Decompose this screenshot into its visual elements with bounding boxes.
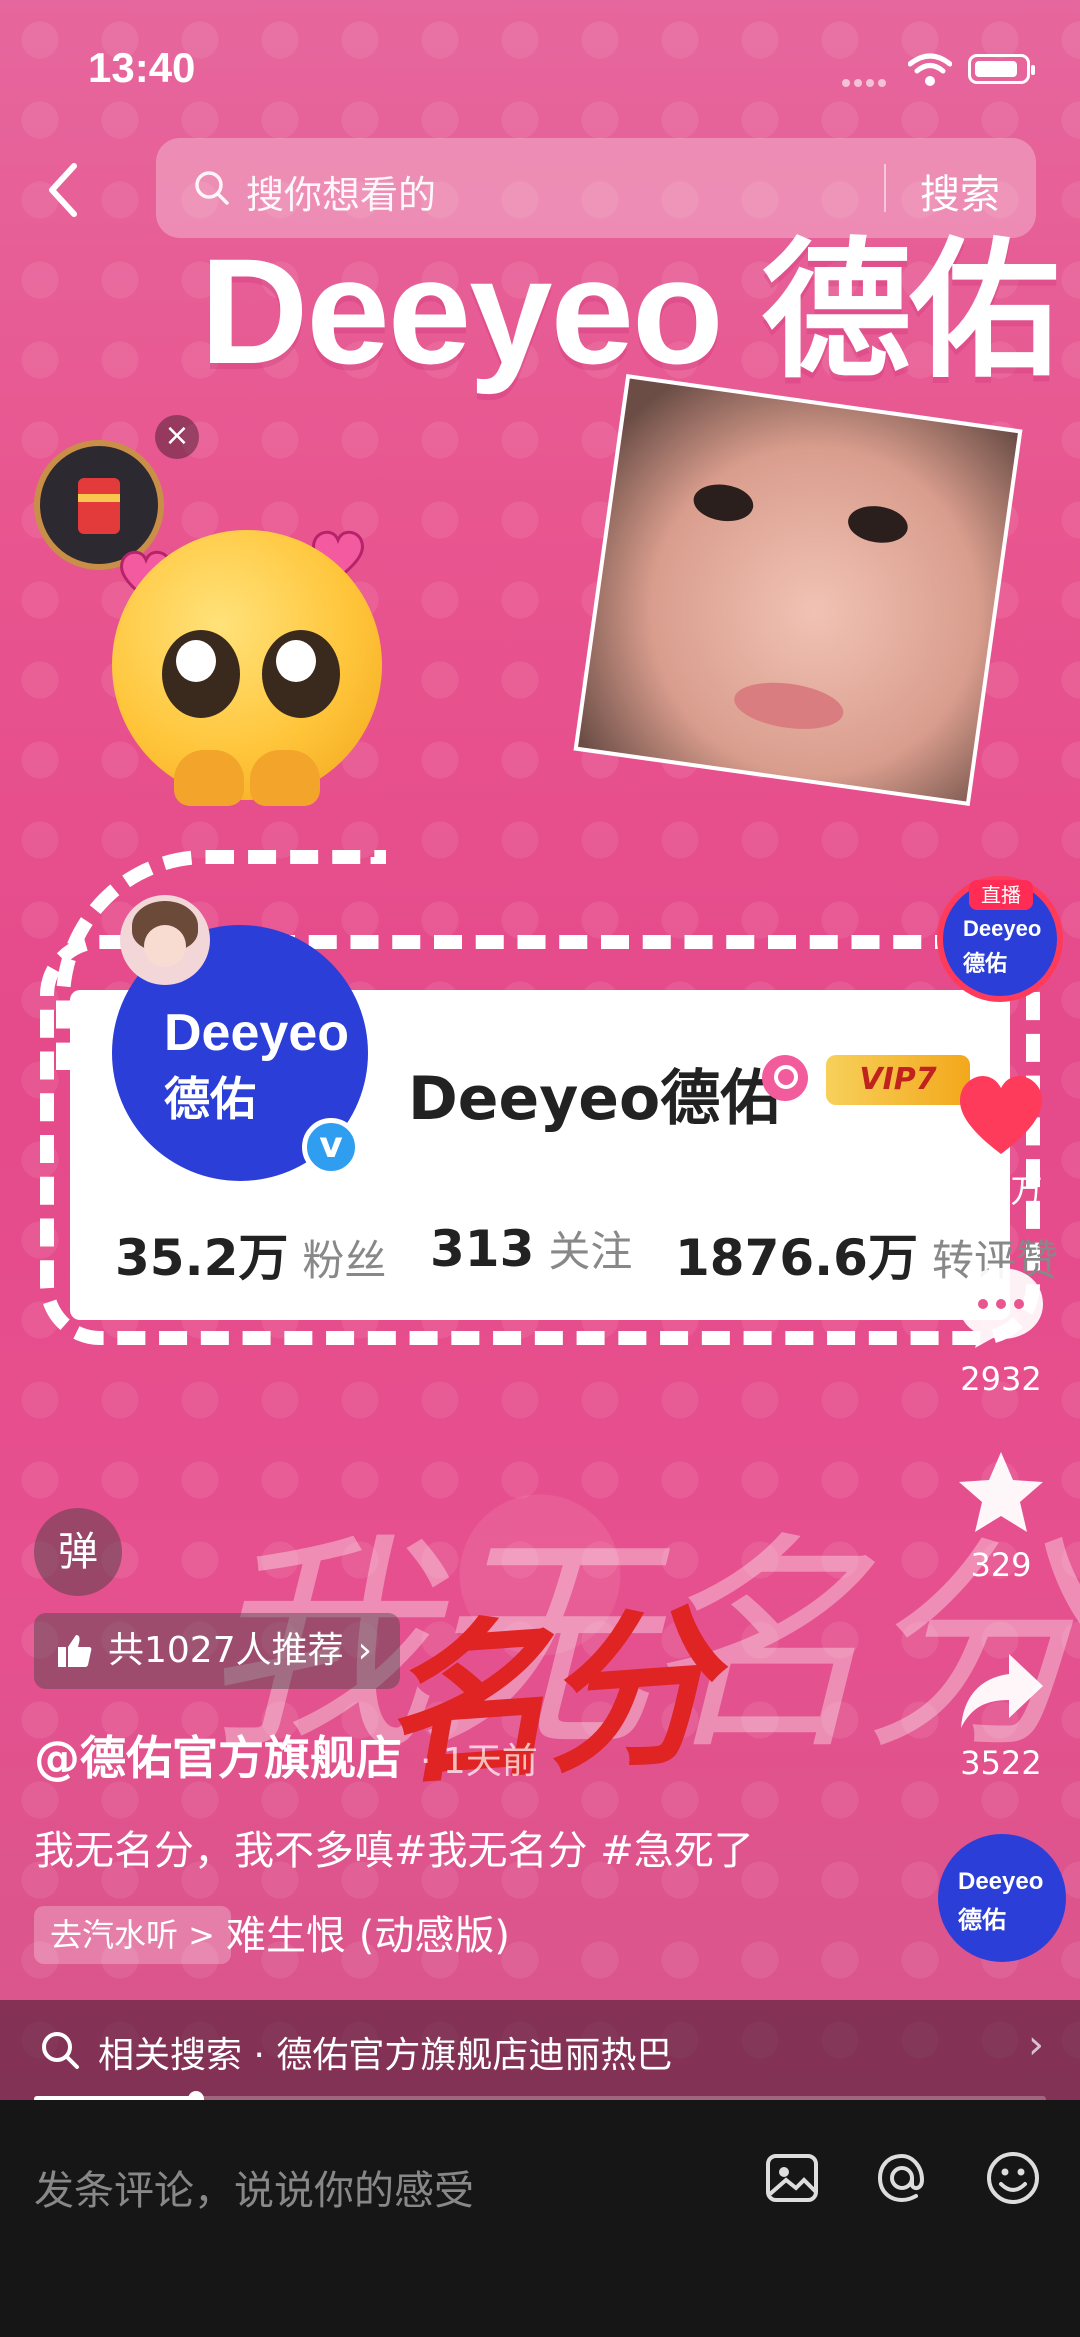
avatar-text-cn: 德佑 bbox=[164, 1072, 256, 1126]
author-name[interactable]: @德佑官方旗舰店 bbox=[34, 1722, 402, 1788]
stat-fans: 35.2万 粉丝 bbox=[115, 1229, 387, 1287]
profile-name: Deeyeo德佑 bbox=[408, 1064, 781, 1134]
recommend-pill[interactable]: 共1027人推荐 › bbox=[34, 1613, 401, 1689]
live-avatar-text-en: Deeyeo bbox=[963, 916, 1042, 941]
post-description[interactable]: 我无名分，我不多嗔#我无名分 #急死了 bbox=[34, 1818, 754, 1876]
pleading-face-emoji bbox=[112, 530, 382, 806]
comment-bar: 发条评论，说说你的感受 bbox=[0, 2100, 1080, 2337]
share-arrow-icon bbox=[961, 1654, 1043, 1728]
live-avatar-text-cn: 德佑 bbox=[963, 952, 1008, 977]
chevron-right-icon: › bbox=[357, 1630, 373, 1671]
thumbs-up-icon bbox=[58, 1635, 92, 1667]
comment-count: 2932 bbox=[960, 1360, 1042, 1398]
red-packet-close-icon[interactable]: × bbox=[155, 415, 199, 459]
back-icon[interactable] bbox=[40, 160, 90, 220]
battery-icon bbox=[968, 54, 1035, 84]
share-count: 3522 bbox=[960, 1744, 1042, 1782]
image-icon[interactable] bbox=[762, 2148, 822, 2208]
like-button[interactable]: 2.0万 bbox=[936, 1068, 1066, 1212]
disc-text-en: Deeyeo bbox=[958, 1868, 1044, 1895]
like-count: 2.0万 bbox=[959, 1172, 1043, 1210]
related-search-bar[interactable]: 相关搜索 · 德佑官方旗舰店迪丽热巴 › bbox=[0, 2000, 1080, 2100]
live-tag: 直播 bbox=[969, 880, 1033, 910]
music-name[interactable]: 难生恨 (动感版) bbox=[226, 1903, 510, 1961]
stat-following: 313 关注 bbox=[430, 1220, 633, 1278]
female-badge-icon bbox=[762, 1055, 808, 1101]
signal-dots-icon bbox=[842, 72, 890, 87]
status-bar: 13:40 bbox=[0, 40, 1080, 100]
wifi-icon bbox=[908, 53, 952, 86]
post-time: · 1天前 bbox=[420, 1741, 538, 1782]
music-disc-button[interactable]: Deeyeo 德佑 bbox=[938, 1834, 1066, 1962]
disc-text-cn: 德佑 bbox=[958, 1906, 1006, 1934]
comment-input[interactable]: 发条评论，说说你的感受 bbox=[34, 2158, 474, 2216]
recommend-label: 共1027人推荐 bbox=[108, 1630, 344, 1671]
status-time: 13:40 bbox=[88, 44, 196, 91]
emoji-icon[interactable] bbox=[983, 2148, 1043, 2208]
related-search-text: 相关搜索 · 德佑官方旗舰店迪丽热巴 bbox=[98, 2035, 673, 2076]
chevron-right-icon: › bbox=[1028, 2022, 1044, 2068]
verified-icon: v bbox=[302, 1118, 360, 1176]
star-icon bbox=[959, 1452, 1043, 1532]
like-heart-icon bbox=[959, 1076, 1043, 1154]
share-button[interactable]: 3522 bbox=[936, 1646, 1066, 1782]
search-icon bbox=[42, 2032, 79, 2069]
comment-button[interactable]: 2932 bbox=[936, 1262, 1066, 1398]
music-app-tag[interactable]: 去汽水听 > bbox=[34, 1906, 231, 1964]
favorite-button[interactable]: 329 bbox=[936, 1448, 1066, 1584]
mention-icon[interactable] bbox=[872, 2148, 932, 2208]
avatar-text-en: Deeyeo bbox=[164, 1004, 349, 1062]
red-envelope-icon bbox=[78, 478, 120, 534]
live-avatar-button[interactable]: 直播 Deeyeo 德佑 bbox=[937, 876, 1063, 1002]
girl-sticker bbox=[120, 895, 210, 985]
baby-photo bbox=[573, 374, 1023, 806]
danmaku-toggle-button[interactable]: 弹 bbox=[34, 1508, 122, 1596]
favorite-count: 329 bbox=[970, 1546, 1032, 1584]
comment-icon bbox=[959, 1268, 1043, 1348]
